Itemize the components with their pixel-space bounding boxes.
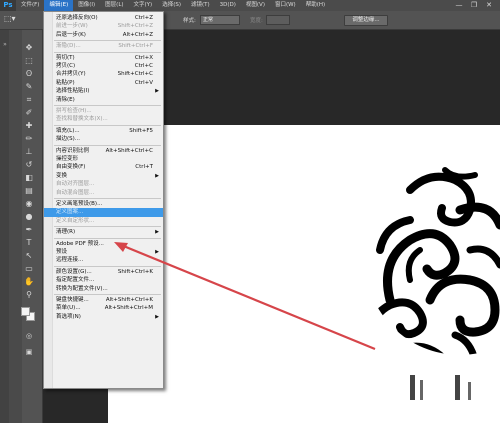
minimize-button[interactable]: — [452, 0, 466, 11]
edit-menu-item[interactable]: 清理(R) ▶ [44, 228, 163, 237]
menu-separator [54, 226, 161, 228]
foreground-color-swatch[interactable] [21, 307, 30, 316]
adjust-edge-button[interactable]: 调整边缘... [344, 15, 388, 26]
menu-separator [54, 40, 161, 42]
menu-8[interactable]: 视图(V) [241, 0, 270, 11]
menu-separator [54, 265, 161, 267]
history-brush-icon[interactable]: ↺ [22, 159, 36, 171]
edit-menu-item[interactable]: 远程连接... [44, 256, 163, 265]
stamp-icon[interactable]: ⊥ [22, 146, 36, 158]
edit-menu-item[interactable]: 清除(E) [44, 96, 163, 105]
menu-9[interactable]: 窗口(W) [270, 0, 301, 11]
zoom-icon[interactable]: ⚲ [22, 289, 36, 301]
menu-item-label: 自动混合图层... [56, 189, 95, 196]
move-icon[interactable]: ✥ [22, 42, 36, 54]
brush-icon[interactable]: ✏ [22, 133, 36, 145]
shape-icon[interactable]: ▭ [22, 263, 36, 275]
edit-menu-item: 查找和替换文本(X)... [44, 115, 163, 124]
healing-icon[interactable]: ✚ [22, 120, 36, 132]
menu-item-label: 首选项(N) [56, 313, 81, 320]
edit-menu-item: 自动混合图层... [44, 189, 163, 198]
hand-icon[interactable]: ✋ [22, 276, 36, 288]
lasso-icon[interactable]: ʘ [22, 68, 36, 80]
menu-item-label: 后退一步(K) [56, 31, 86, 38]
menu-item-label: 转换为配置文件(V)... [56, 285, 108, 292]
menu-item-label: 渐隐(D)... [56, 43, 81, 50]
pen-icon[interactable]: ✒ [22, 224, 36, 236]
menu-item-label: 清理(R) [56, 229, 76, 236]
edit-menu-item[interactable]: 首选项(N) ▶ [44, 313, 163, 322]
menu-3[interactable]: 图层(L) [100, 0, 128, 11]
edit-menu-item: 定义自定形状... [44, 217, 163, 226]
menu-4[interactable]: 文字(Y) [129, 0, 158, 11]
screen-mode-icon[interactable]: ▣ [22, 346, 36, 358]
crop-icon[interactable]: ⌗ [22, 94, 36, 106]
photoshop-logo: Ps [0, 0, 16, 11]
ornament-artwork [370, 167, 500, 400]
width-label: 宽度: [250, 18, 263, 24]
edit-menu-item[interactable]: 转换为配置文件(V)... [44, 285, 163, 294]
panel-collapse-strip[interactable] [0, 30, 9, 423]
menu-item-label: 远程连接... [56, 257, 84, 264]
marquee-tool-icon[interactable]: ⬚▾ [4, 14, 16, 23]
style-select[interactable]: 正常 [200, 15, 240, 25]
edit-menu-dropdown: 还原选择反向(O) Ctrl+Z 前进一步(W) Shift+Ctrl+Z 后退一步(K… [43, 11, 164, 389]
width-field[interactable] [266, 15, 290, 25]
style-label: 样式: [183, 18, 196, 24]
panel-dock-strip [9, 30, 22, 423]
submenu-arrow-icon: ▶ [155, 229, 159, 236]
menu-separator [54, 51, 161, 53]
edit-menu-item[interactable]: 后退一步(K) Alt+Ctrl+Z [44, 31, 163, 40]
menu-separator [54, 237, 161, 239]
menu-separator [54, 294, 161, 295]
tools-panel: » ✥ ⬚ ʘ ✎ ⌗ ✐ ✚ ✏ ⊥ ↺ ◧ ▤ ◉ ● ✒ T ↖ ▭ ✋ ⚲ ◎ ▣ [0, 30, 43, 423]
menu-1[interactable]: 编辑(E) [44, 0, 74, 11]
menu-separator [54, 144, 161, 146]
menu-separator [54, 124, 161, 126]
menu-item-label: 定义自定形状... [56, 217, 95, 224]
menu-5[interactable]: 选择(S) [157, 0, 186, 11]
type-icon[interactable]: T [22, 237, 36, 249]
menu-7[interactable]: 3D(D) [215, 0, 241, 11]
submenu-arrow-icon: ▶ [155, 313, 159, 320]
menu-2[interactable]: 图像(I) [73, 0, 100, 11]
edit-menu-item[interactable]: 描边(S)... [44, 135, 163, 144]
eraser-icon[interactable]: ◧ [22, 172, 36, 184]
close-button[interactable]: ✕ [482, 0, 496, 11]
marquee-icon[interactable]: ⬚ [22, 55, 36, 67]
gradient-icon[interactable]: ▤ [22, 185, 36, 197]
menu-item-label: 描边(S)... [56, 136, 81, 143]
edit-menu-item: 渐隐(D)... Shift+Ctrl+F [44, 42, 163, 51]
menu-item-label: 查找和替换文本(X)... [56, 116, 108, 123]
menu-6[interactable]: 滤镜(T) [186, 0, 215, 11]
eyedropper-icon[interactable]: ✐ [22, 107, 36, 119]
path-select-icon[interactable]: ↖ [22, 250, 36, 262]
menu-item-shortcut: Alt+Ctrl+Z [122, 31, 153, 38]
menu-item-shortcut: Shift+Ctrl+F [118, 43, 153, 50]
menu-bar: Ps 文件(F) 编辑(E) 图像(I) 图层(L) 文字(Y) 选择(S) 滤镜(T) 3D… [0, 0, 500, 11]
quick-select-icon[interactable]: ✎ [22, 81, 36, 93]
menu-10[interactable]: 帮助(H) [301, 0, 330, 11]
menu-separator [54, 198, 161, 199]
blur-icon[interactable]: ◉ [22, 198, 36, 210]
menu-item-label: 清除(E) [56, 96, 75, 103]
maximize-button[interactable]: ❐ [467, 0, 481, 11]
quick-mask-icon[interactable]: ◎ [22, 330, 36, 342]
collapse-icon[interactable]: » [1, 40, 9, 50]
menu-0[interactable]: 文件(F) [16, 0, 44, 11]
dodge-icon[interactable]: ● [22, 211, 36, 223]
menu-separator [54, 105, 161, 106]
